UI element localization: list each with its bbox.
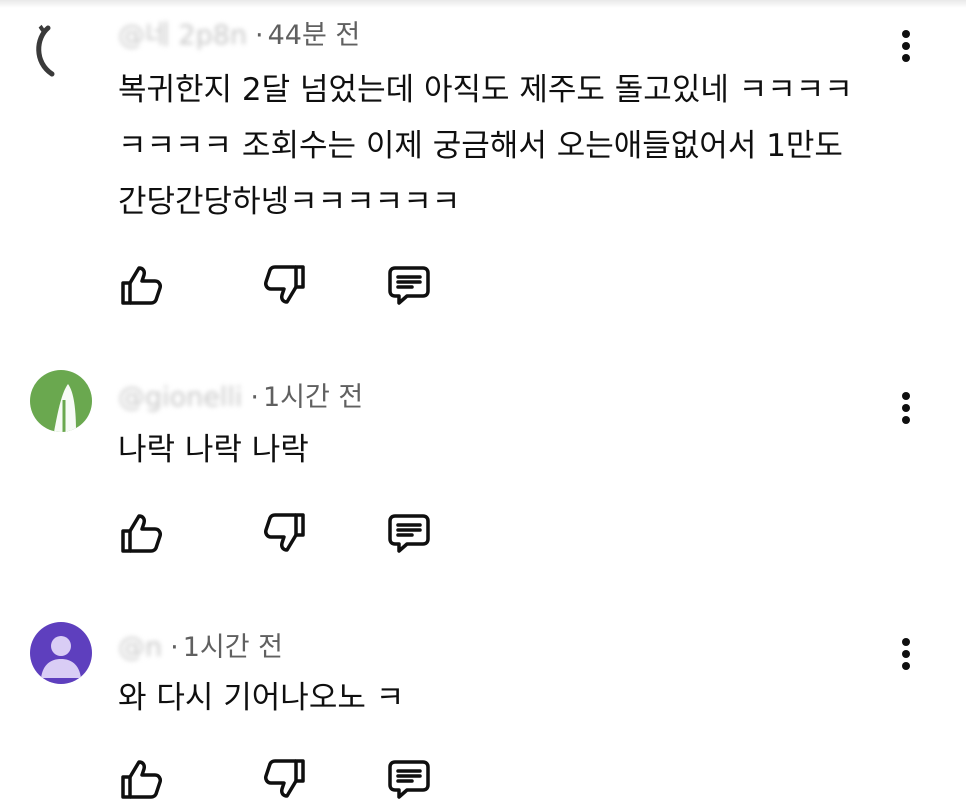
thumbs-down-icon bbox=[264, 759, 305, 798]
comment-text: 나락 나락 나락 bbox=[118, 432, 309, 468]
comment-item: @gionelli · 1시간 전 나락 나락 나락 bbox=[0, 370, 966, 570]
like-button[interactable] bbox=[118, 510, 164, 556]
comment-author[interactable]: @n bbox=[118, 630, 162, 666]
comment-item: @n · 1시간 전 와 다시 기어나오노 ㅋ bbox=[0, 618, 966, 812]
comment-text: 와 다시 기어나오노 ㅋ bbox=[118, 680, 405, 716]
reply-button[interactable] bbox=[386, 262, 432, 308]
comment-time: 44분 전 bbox=[267, 20, 361, 51]
comment-meta: @n · 1시간 전 bbox=[118, 630, 283, 666]
thumbs-up-icon bbox=[121, 760, 162, 799]
reply-button[interactable] bbox=[386, 510, 432, 556]
meta-separator: · bbox=[170, 632, 179, 663]
comment-time: 1시간 전 bbox=[182, 632, 283, 663]
like-button[interactable] bbox=[118, 262, 164, 308]
comment-time: 1시간 전 bbox=[262, 382, 364, 413]
thumbs-down-icon bbox=[264, 265, 305, 304]
comment-meta: @네 2p8n · 44분 전 bbox=[118, 18, 360, 54]
like-button[interactable] bbox=[118, 756, 164, 802]
more-vertical-icon bbox=[902, 392, 910, 400]
comment-text: 복귀한지 2달 넘었는데 아직도 제주도 돌고있네 ㅋㅋㅋㅋ ㅋㅋㅋㅋ 조회수는… bbox=[118, 72, 853, 220]
meta-separator: · bbox=[255, 20, 264, 51]
dislike-button[interactable] bbox=[262, 756, 308, 802]
comment-item: @네 2p8n · 44분 전 복귀한지 2달 넘었는데 아직도 제주도 돌고있네 … bbox=[0, 0, 966, 330]
thumbs-down-icon bbox=[264, 513, 305, 552]
dislike-button[interactable] bbox=[262, 510, 308, 556]
reply-icon bbox=[388, 266, 430, 305]
reply-icon bbox=[388, 760, 430, 799]
thumbs-up-icon bbox=[121, 514, 162, 553]
comment-meta: @gionelli · 1시간 전 bbox=[118, 380, 363, 416]
reply-button[interactable] bbox=[386, 756, 432, 802]
avatar[interactable] bbox=[30, 622, 92, 684]
dislike-button[interactable] bbox=[262, 262, 308, 308]
more-options-button[interactable] bbox=[893, 634, 919, 674]
thumbs-up-icon bbox=[121, 266, 162, 305]
more-vertical-icon bbox=[902, 638, 910, 646]
avatar[interactable] bbox=[30, 370, 92, 432]
reply-icon bbox=[388, 514, 430, 553]
more-options-button[interactable] bbox=[893, 26, 919, 66]
comment-author[interactable]: @gionelli bbox=[118, 380, 242, 416]
more-vertical-icon bbox=[902, 30, 910, 38]
meta-separator: · bbox=[250, 382, 259, 413]
comment-author[interactable]: @네 2p8n bbox=[118, 18, 247, 54]
avatar[interactable] bbox=[30, 18, 92, 80]
